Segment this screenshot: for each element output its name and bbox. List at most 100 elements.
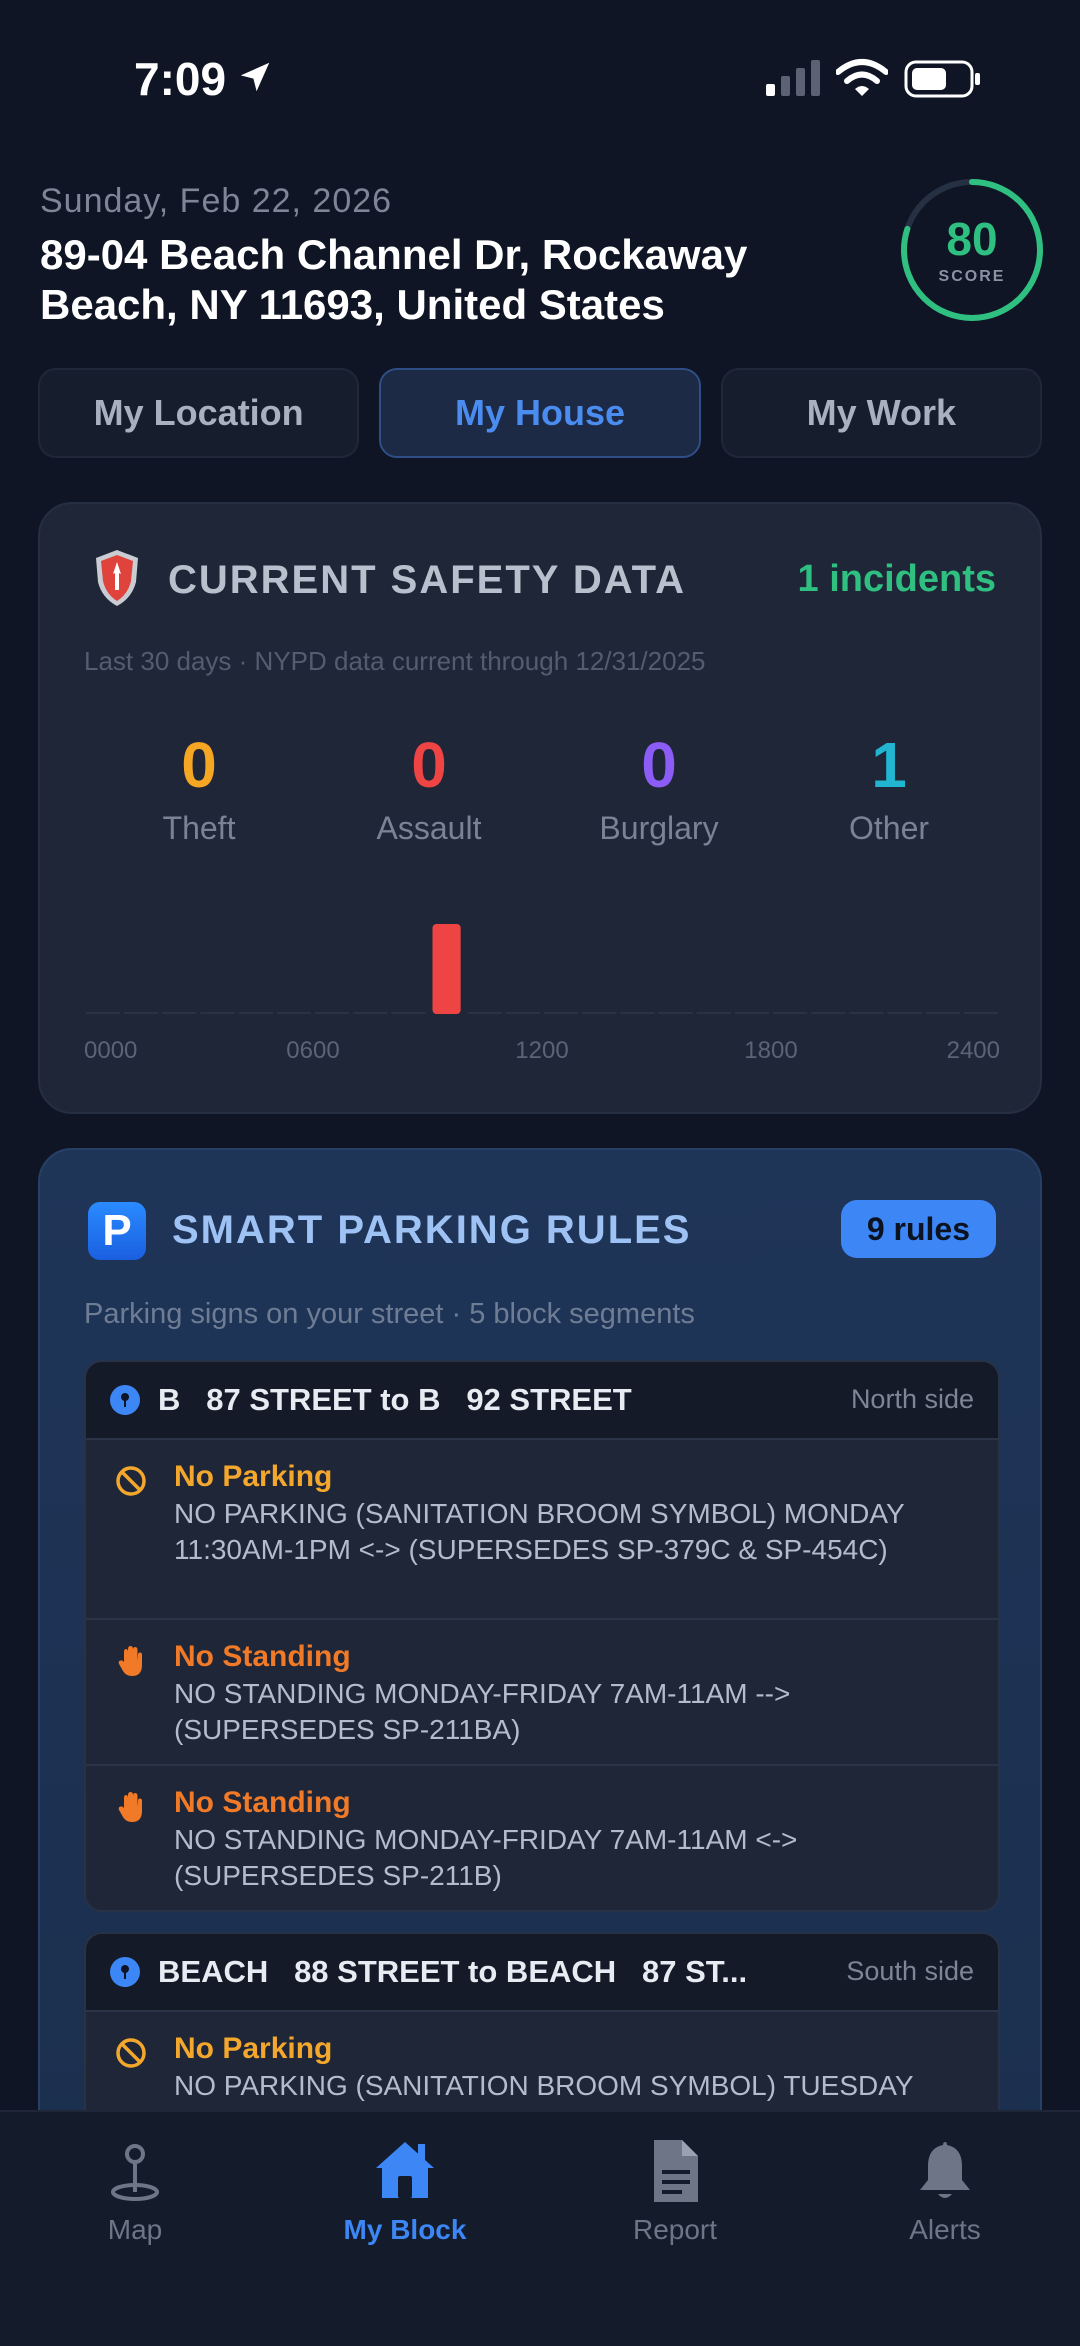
chart-tick-label: 1800 bbox=[744, 1037, 797, 1064]
chart-bar-empty bbox=[276, 1012, 311, 1014]
chart-tick-label: 0000 bbox=[84, 1037, 137, 1064]
chart-bar-empty bbox=[544, 1012, 579, 1014]
stat-burglary: 0 Burglary bbox=[544, 730, 774, 847]
parking-rule: No Standing NO STANDING MONDAY-FRIDAY 7A… bbox=[86, 1618, 998, 1764]
map-pin-icon bbox=[110, 1957, 140, 1987]
parking-title: SMART PARKING RULES bbox=[172, 1208, 692, 1252]
safety-data-card: CURRENT SAFETY DATA 1 incidents Last 30 … bbox=[38, 502, 1042, 1114]
stat-value: 0 bbox=[641, 729, 677, 801]
rules-count-badge[interactable]: 9 rules bbox=[840, 1200, 996, 1258]
chart-bar-empty bbox=[849, 1012, 884, 1014]
rule-type: No Parking bbox=[174, 2032, 333, 2065]
chart-bar-empty bbox=[658, 1012, 693, 1014]
chart-bar-empty bbox=[162, 1012, 197, 1014]
map-pin-icon bbox=[110, 1385, 140, 1415]
safety-score-label: SCORE bbox=[938, 268, 1006, 285]
parking-rule: No Standing NO STANDING MONDAY-FRIDAY 7A… bbox=[86, 1764, 998, 1910]
stat-label: Burglary bbox=[599, 810, 719, 846]
stat-label: Theft bbox=[162, 810, 236, 846]
stat-theft: 0 Theft bbox=[84, 730, 314, 847]
stat-assault: 0 Assault bbox=[314, 730, 544, 847]
segment-header: B 87 STREET to B 92 STREET North side bbox=[86, 1362, 998, 1438]
chart-bar-empty bbox=[963, 1012, 998, 1014]
parking-subtitle: Parking signs on your street · 5 block s… bbox=[84, 1298, 695, 1330]
hand-stop-icon bbox=[118, 1792, 142, 1822]
chart-bar-empty bbox=[124, 1012, 159, 1014]
block-segment[interactable]: B 87 STREET to B 92 STREET North side No… bbox=[84, 1360, 1000, 1912]
parking-icon: P bbox=[88, 1202, 146, 1260]
nav-label: My Block bbox=[343, 2214, 467, 2245]
nav-alerts[interactable]: Alerts bbox=[810, 2112, 1080, 2346]
stat-label: Other bbox=[848, 810, 930, 846]
chart-bar-empty bbox=[200, 1012, 235, 1014]
location-tabs: My Location My House My Work bbox=[38, 368, 1042, 458]
no-parking-icon bbox=[116, 1466, 146, 1496]
chart-bar-empty bbox=[734, 1012, 769, 1014]
bell-icon bbox=[920, 2142, 970, 2198]
address-title: 89-04 Beach Channel Dr, Rockaway Beach, … bbox=[40, 231, 748, 328]
nav-label: Alerts bbox=[909, 2214, 981, 2245]
safety-title: CURRENT SAFETY DATA bbox=[168, 558, 686, 602]
wifi-icon bbox=[836, 59, 888, 96]
incidents-count: 1 incidents bbox=[797, 558, 997, 600]
nav-my-block[interactable]: My Block bbox=[270, 2112, 540, 2346]
tab-my-location[interactable]: My Location bbox=[38, 368, 360, 458]
incidents-by-hour-chart: 0000 0600 1200 1800 2400 bbox=[84, 924, 1000, 1064]
rule-type: No Standing bbox=[174, 1786, 351, 1819]
chart-bar-empty bbox=[696, 1012, 731, 1014]
chart-bar-empty bbox=[315, 1012, 350, 1014]
segment-street: BEACH 88 STREET to BEACH 87 ST... bbox=[158, 1954, 748, 1989]
house-icon bbox=[376, 2142, 434, 2198]
stat-value: 0 bbox=[411, 729, 447, 801]
parking-rule: No Parking NO PARKING (SANITATION BROOM … bbox=[86, 1438, 998, 1618]
chart-bar-empty bbox=[467, 1012, 502, 1014]
chart-bar-empty bbox=[620, 1012, 655, 1014]
cellular-signal-icon bbox=[766, 60, 820, 96]
status-bar: 7:09 bbox=[0, 0, 1080, 150]
chart-bar-empty bbox=[887, 1012, 922, 1014]
document-icon bbox=[654, 2140, 698, 2202]
safety-subtitle: Last 30 days · NYPD data current through… bbox=[84, 646, 706, 676]
rule-type: No Parking bbox=[174, 1460, 333, 1493]
chart-bar-empty bbox=[353, 1012, 388, 1014]
chart-tick-label: 0600 bbox=[286, 1037, 339, 1064]
current-date: Sunday, Feb 22, 2026 bbox=[40, 182, 393, 220]
segment-street: B 87 STREET to B 92 STREET bbox=[158, 1382, 632, 1417]
stat-value: 0 bbox=[181, 729, 217, 801]
stat-value: 1 bbox=[871, 729, 907, 801]
chart-bar-empty bbox=[582, 1012, 617, 1014]
rule-text: NO PARKING (SANITATION BROOM SYMBOL) MON… bbox=[174, 1498, 905, 1565]
nav-report[interactable]: Report bbox=[540, 2112, 810, 2346]
chart-bar-empty bbox=[811, 1012, 846, 1014]
shield-icon bbox=[96, 550, 138, 606]
chart-tick-label: 1200 bbox=[515, 1037, 568, 1064]
nav-label: Report bbox=[632, 2214, 718, 2245]
rule-type: No Standing bbox=[174, 1640, 351, 1673]
chart-bar-empty bbox=[773, 1012, 808, 1014]
stat-label: Assault bbox=[376, 810, 482, 846]
incident-stats: 0 Theft 0 Assault 0 Burglary 1 Other bbox=[84, 730, 1004, 847]
battery-icon bbox=[904, 60, 980, 98]
chart-bar-empty bbox=[391, 1012, 426, 1014]
rule-text: NO STANDING MONDAY-FRIDAY 7AM-11AM <-> (… bbox=[174, 1824, 798, 1891]
safety-score-value: 80 bbox=[946, 213, 998, 265]
status-time: 7:09 bbox=[134, 53, 227, 105]
chart-bar-empty bbox=[238, 1012, 273, 1014]
hand-stop-icon bbox=[118, 1646, 142, 1676]
location-arrow-icon bbox=[240, 62, 270, 92]
stat-other: 1 Other bbox=[774, 730, 1004, 847]
bottom-tab-bar: Map My Block Report Alerts bbox=[0, 2110, 1080, 2346]
tab-my-work[interactable]: My Work bbox=[720, 368, 1042, 458]
chart-bar-empty bbox=[925, 1012, 960, 1014]
chart-tick-label: 2400 bbox=[947, 1037, 1000, 1064]
nav-label: Map bbox=[107, 2214, 163, 2245]
no-parking-icon bbox=[116, 2038, 146, 2068]
segment-side: South side bbox=[846, 1956, 974, 1986]
chart-bar bbox=[432, 924, 461, 1014]
segment-header: BEACH 88 STREET to BEACH 87 ST... South … bbox=[86, 1934, 998, 2010]
tab-my-house[interactable]: My House bbox=[379, 368, 701, 458]
chart-bar-empty bbox=[86, 1012, 121, 1014]
nav-map[interactable]: Map bbox=[0, 2112, 270, 2346]
rule-text: NO STANDING MONDAY-FRIDAY 7AM-11AM --> (… bbox=[174, 1678, 791, 1745]
chart-bar-empty bbox=[505, 1012, 540, 1014]
